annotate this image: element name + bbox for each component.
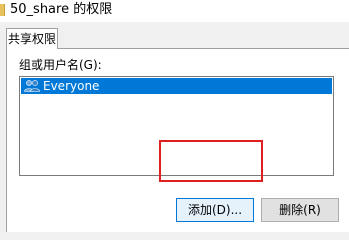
folder-icon bbox=[0, 4, 5, 16]
permissions-dialog: 50_share 的权限 共享权限 组或用户名(G): Everyone 添加(… bbox=[0, 0, 349, 232]
list-item-everyone[interactable]: Everyone bbox=[21, 78, 332, 94]
window-title: 50_share 的权限 bbox=[10, 2, 113, 17]
group-or-user-list[interactable]: Everyone bbox=[19, 76, 334, 176]
title-bar[interactable]: 50_share 的权限 bbox=[0, 0, 349, 22]
list-item-label: Everyone bbox=[43, 79, 100, 93]
add-button[interactable]: 添加(D)... bbox=[176, 198, 254, 222]
tab-share-permissions[interactable]: 共享权限 bbox=[6, 28, 58, 49]
users-icon bbox=[24, 80, 40, 92]
group-or-user-names-label: 组或用户名(G): bbox=[19, 58, 102, 72]
remove-button[interactable]: 删除(R) bbox=[261, 198, 339, 222]
